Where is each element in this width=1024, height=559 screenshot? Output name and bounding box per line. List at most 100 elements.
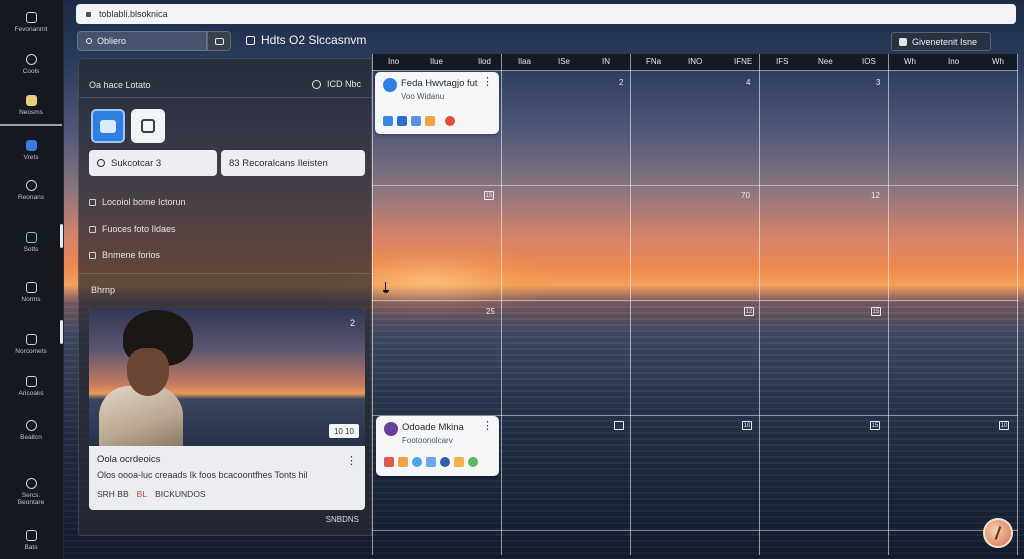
- day-name: INO: [688, 57, 703, 66]
- event-card[interactable]: Odoade Mkina Footoonolcarv ⋮: [376, 416, 499, 476]
- sidebar-item-reonans[interactable]: Reonans: [0, 170, 62, 210]
- app-icon: [425, 116, 435, 126]
- sidebar-item-label: Beaitcn: [20, 433, 42, 441]
- search-placeholder: Obliero: [97, 36, 127, 46]
- day-name: IN: [602, 57, 610, 66]
- grid-icon: [25, 94, 37, 106]
- subscribe-button[interactable]: Sukcotcar 3: [89, 150, 217, 176]
- sidebar-item-vrets[interactable]: Vrets: [0, 130, 62, 170]
- card-meta-right: BICKUNDOS: [155, 489, 206, 499]
- shield-icon: [25, 139, 37, 151]
- address-text: toblabli.blsoknica: [99, 9, 168, 19]
- calendar-icon: [246, 35, 255, 45]
- app-icon: [383, 116, 393, 126]
- checkbox-icon: [89, 225, 96, 233]
- photo-card[interactable]: 2 10 10 Oola ocrdeoics ⋮ Olos oooa-luc c…: [89, 308, 365, 510]
- event-card[interactable]: Feda Hwvtagjo fut Voo Widanu ⋮: [375, 72, 499, 134]
- day-name: Wh: [904, 57, 916, 66]
- bell-icon: [25, 281, 37, 293]
- day-number: 15: [871, 307, 881, 316]
- day-number-box: [614, 421, 624, 430]
- event-icons: [384, 457, 478, 467]
- app-icon: [384, 457, 394, 467]
- recommendations-button[interactable]: 83 Recoralcans Ileisten: [221, 150, 365, 176]
- grid-line: [372, 530, 1018, 531]
- grid-line: [630, 54, 631, 555]
- refresh-icon[interactable]: [311, 79, 321, 89]
- share-icon: [899, 37, 907, 46]
- camera-search-button[interactable]: [207, 31, 231, 51]
- card-meta: SRH BB BL BICKUNDOS: [97, 489, 206, 499]
- sidebar-item-aricoaks[interactable]: Aricoaks: [0, 366, 62, 406]
- day-name: IFNE: [734, 57, 753, 66]
- sidebar-item-beaitcn[interactable]: Beaitcn: [0, 410, 62, 450]
- card-tag[interactable]: BL: [137, 489, 147, 499]
- app-tile-primary[interactable]: [91, 109, 125, 143]
- event-title: Feda Hwvtagjo fut: [401, 78, 478, 89]
- day-name: Ino: [388, 57, 400, 66]
- checkbox-icon: [89, 251, 96, 259]
- day-name: FNa: [646, 57, 662, 66]
- sidebar-item-active[interactable]: Neosms: [0, 86, 62, 126]
- sidebar-item-sercs[interactable]: Sercs. Beontare: [0, 470, 62, 514]
- event-avatar: [384, 422, 398, 436]
- day-number: 70: [741, 191, 750, 200]
- day-number: 3: [876, 78, 881, 87]
- subscribe-button-label: Sukcotcar 3: [111, 157, 162, 169]
- sidebar-item-label: Aricoaks: [18, 389, 44, 397]
- gear-icon: [25, 529, 37, 541]
- sidebar-item-label: Vrets: [23, 153, 39, 161]
- event-subtitle: Voo Widanu: [401, 92, 445, 101]
- sidebar-item-label: Neosms: [19, 108, 43, 116]
- app-icon: [440, 457, 450, 467]
- sidebar-item-sotts[interactable]: Sotts: [0, 222, 62, 262]
- top-right-button[interactable]: Givenetenit Isne: [891, 32, 991, 51]
- calendar-header: Ino Ilue Ilod Ilaa ISe IN FNa INO IFNE I…: [372, 54, 1018, 70]
- sidebar-item-label: Sercs. Beontare: [17, 492, 45, 506]
- lock-icon: [86, 11, 91, 17]
- sidebar-item-label: Cools: [22, 67, 40, 75]
- app-icon: [398, 457, 408, 467]
- day-name: Ilaa: [518, 57, 531, 66]
- day-name: Ino: [948, 57, 960, 66]
- kebab-menu-icon[interactable]: ⋮: [482, 75, 493, 88]
- sidebar-item-label: Reonans: [17, 193, 45, 201]
- list-item[interactable]: Locoiol bome Ictorun: [89, 193, 359, 211]
- list-item[interactable]: Fuoces foto Ildaes: [89, 220, 359, 238]
- sidebar-item-norms[interactable]: Norms: [0, 272, 62, 312]
- layers-icon: [25, 333, 37, 345]
- top-right-button-label: Givenetenit Isne: [912, 36, 978, 47]
- sidebar-item-bats[interactable]: Bats: [0, 520, 62, 559]
- record-icon: [445, 116, 455, 126]
- recommendations-button-label: 83 Recoralcans Ileisten: [229, 157, 328, 169]
- sidebar-item-label: Norcomets: [15, 347, 47, 355]
- sidebar-item-norcomets[interactable]: Norcomets: [0, 324, 62, 364]
- anchor-icon: [25, 231, 37, 243]
- person-face: [127, 348, 169, 396]
- grid-line: [372, 54, 373, 555]
- details-panel: Oa hace Lotato ICD Nbc Sukcotcar 3 83 Re…: [78, 58, 373, 536]
- day-number: 4: [746, 78, 751, 87]
- sidebar-item-home[interactable]: Fevonanrnt: [0, 2, 62, 42]
- kebab-menu-icon[interactable]: ⋮: [482, 419, 493, 432]
- app-icon: [426, 457, 436, 467]
- day-name: Wh: [992, 57, 1004, 66]
- grid-line: [372, 300, 1018, 301]
- app-icon: [412, 457, 422, 467]
- list-item[interactable]: Bnmene forios: [89, 246, 359, 264]
- search-icon: [86, 38, 92, 44]
- kebab-menu-icon[interactable]: ⋮: [346, 454, 357, 467]
- search-input[interactable]: Obliero: [77, 31, 207, 51]
- sidebar-item-cools[interactable]: Cools: [0, 44, 62, 84]
- event-icons: [383, 116, 455, 126]
- card-description: Olos oooa-luc creaads Ik foos bcacoontfh…: [97, 470, 308, 480]
- list-item-label: Bnmene forios: [102, 250, 161, 260]
- assistant-button[interactable]: [983, 518, 1013, 548]
- photo-chip[interactable]: 10 10: [328, 424, 359, 438]
- panel-header: Oa hace Lotato ICD Nbc: [79, 73, 373, 97]
- address-bar[interactable]: toblabli.blsoknica: [76, 4, 1016, 24]
- app-icon: [468, 457, 478, 467]
- app-tile-secondary[interactable]: [131, 109, 165, 143]
- divider: [79, 97, 373, 98]
- event-title: Odoade Mkina: [402, 422, 464, 433]
